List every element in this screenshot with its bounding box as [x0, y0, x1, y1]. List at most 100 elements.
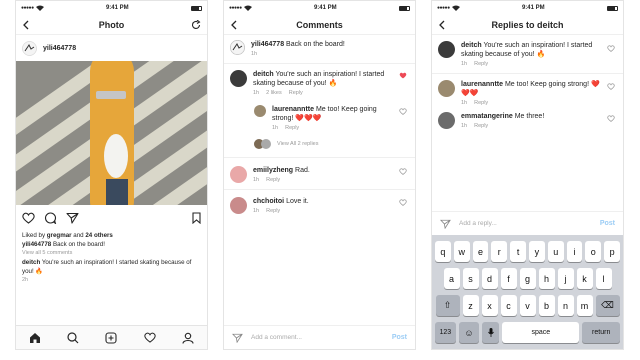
commenter-avatar[interactable]: [230, 197, 247, 214]
reply-link[interactable]: Reply: [474, 123, 488, 129]
key-w[interactable]: w: [453, 241, 470, 262]
key-i[interactable]: i: [566, 241, 583, 262]
mic-glyph: [487, 328, 494, 337]
key-p[interactable]: p: [604, 241, 620, 262]
heart-icon[interactable]: [607, 45, 615, 52]
author-username[interactable]: yili464778: [43, 45, 76, 52]
battery-icon: [398, 5, 410, 11]
key-j[interactable]: j: [557, 268, 574, 289]
reply-username[interactable]: laurenanntte: [272, 106, 314, 113]
key-t[interactable]: t: [510, 241, 526, 262]
reply-link[interactable]: Reply: [266, 177, 280, 183]
comment-icon[interactable]: [44, 212, 57, 224]
refresh-icon[interactable]: [191, 20, 201, 30]
key-k[interactable]: k: [576, 268, 593, 289]
back-arrow-icon[interactable]: [230, 20, 238, 30]
heart-icon[interactable]: [399, 199, 407, 206]
comment-row: deitch You're such an inspiration! I sta…: [224, 64, 415, 96]
return-key[interactable]: return: [582, 322, 620, 343]
heart-icon[interactable]: [399, 168, 407, 175]
key-s[interactable]: s: [462, 268, 479, 289]
key-v[interactable]: v: [519, 295, 536, 316]
key-a[interactable]: a: [443, 268, 460, 289]
bookmark-icon[interactable]: [192, 212, 201, 224]
key-e[interactable]: e: [472, 241, 489, 262]
key-r[interactable]: r: [491, 241, 508, 262]
page-title: Photo: [98, 19, 125, 30]
key-l[interactable]: l: [595, 268, 612, 289]
reply-username[interactable]: laurenanntte: [461, 81, 503, 88]
key-o[interactable]: o: [585, 241, 602, 262]
heart-filled-icon[interactable]: [399, 72, 407, 79]
author-avatar[interactable]: [22, 40, 37, 56]
replier-avatar[interactable]: [438, 80, 455, 97]
heart-icon[interactable]: [607, 83, 615, 90]
key-g[interactable]: g: [519, 268, 536, 289]
comment-username[interactable]: emiilyzheng: [253, 167, 293, 174]
heart-icon[interactable]: [399, 108, 407, 115]
post-photo[interactable]: [16, 61, 207, 205]
post-button[interactable]: Post: [600, 220, 615, 227]
commenter-avatar[interactable]: [438, 41, 455, 58]
preview-comment: deitch You're such an inspiration! I sta…: [22, 258, 201, 276]
mic-icon[interactable]: [482, 322, 500, 343]
comment-input[interactable]: Add a comment...: [251, 334, 384, 341]
profile-icon[interactable]: [182, 332, 194, 344]
new-post-icon[interactable]: [105, 331, 118, 344]
author-avatar[interactable]: [230, 40, 245, 55]
share-icon[interactable]: [66, 212, 79, 224]
likes-count[interactable]: 24 others: [85, 232, 113, 239]
caption-username[interactable]: yili464778: [251, 41, 284, 48]
likes-line: Liked by gregmar and 24 others: [22, 232, 113, 239]
search-icon[interactable]: [67, 331, 79, 344]
shift-key[interactable]: ⇧: [435, 295, 460, 316]
reply-username[interactable]: emmatangerine: [461, 113, 513, 120]
liked-by-user[interactable]: gregmar: [47, 232, 72, 239]
keyboard: qwertyuiop asdfghjkl ⇧ zxcvbnm ⌫ 123 ☺ s…: [432, 235, 623, 349]
heart-icon[interactable]: [607, 115, 615, 122]
key-n[interactable]: n: [557, 295, 574, 316]
heart-icon[interactable]: [22, 212, 35, 224]
numbers-key[interactable]: 123: [435, 322, 456, 343]
key-f[interactable]: f: [500, 268, 517, 289]
comment-username[interactable]: deitch: [461, 42, 482, 49]
reply-link[interactable]: Reply: [266, 208, 280, 214]
key-z[interactable]: z: [462, 295, 479, 316]
key-h[interactable]: h: [538, 268, 555, 289]
nav-bar: Photo: [16, 15, 207, 35]
comment-text: Rad.: [295, 167, 310, 174]
space-key[interactable]: space: [502, 322, 580, 343]
comment-username[interactable]: deitch: [22, 259, 40, 266]
view-all-comments-link[interactable]: View all 5 comments: [22, 249, 201, 258]
view-all-replies-link[interactable]: View All 2 replies: [277, 141, 318, 147]
key-y[interactable]: y: [529, 241, 545, 262]
comment-username[interactable]: chchoitoi: [253, 198, 284, 205]
commenter-avatar[interactable]: [230, 70, 247, 87]
delete-key[interactable]: ⌫: [595, 295, 620, 316]
skateboard-image: [16, 61, 207, 205]
reply-link[interactable]: Reply: [474, 61, 488, 67]
key-m[interactable]: m: [576, 295, 593, 316]
key-u[interactable]: u: [547, 241, 564, 262]
commenter-avatar[interactable]: [230, 166, 247, 183]
back-arrow-icon[interactable]: [438, 20, 446, 30]
home-icon[interactable]: [29, 332, 41, 344]
reply-input[interactable]: Add a reply...: [459, 220, 592, 227]
back-arrow-icon[interactable]: [22, 20, 30, 30]
send-icon[interactable]: [232, 333, 243, 343]
caption-username[interactable]: yili464778: [22, 241, 51, 248]
replies-screen: ●●●●● 9:41 PM Replies to deitch deitch Y…: [431, 0, 624, 350]
post-button[interactable]: Post: [392, 334, 407, 341]
activity-heart-icon[interactable]: [143, 332, 156, 343]
key-d[interactable]: d: [481, 268, 498, 289]
send-icon[interactable]: [440, 219, 451, 229]
key-x[interactable]: x: [481, 295, 498, 316]
emoji-icon[interactable]: ☺: [458, 322, 480, 343]
key-q[interactable]: q: [435, 241, 451, 262]
comment-username[interactable]: deitch: [253, 71, 274, 78]
view-replies-row[interactable]: View All 2 replies: [224, 131, 415, 158]
key-c[interactable]: c: [500, 295, 517, 316]
replier-avatar[interactable]: [254, 105, 266, 117]
key-b[interactable]: b: [538, 295, 555, 316]
replier-avatar[interactable]: [438, 112, 455, 129]
